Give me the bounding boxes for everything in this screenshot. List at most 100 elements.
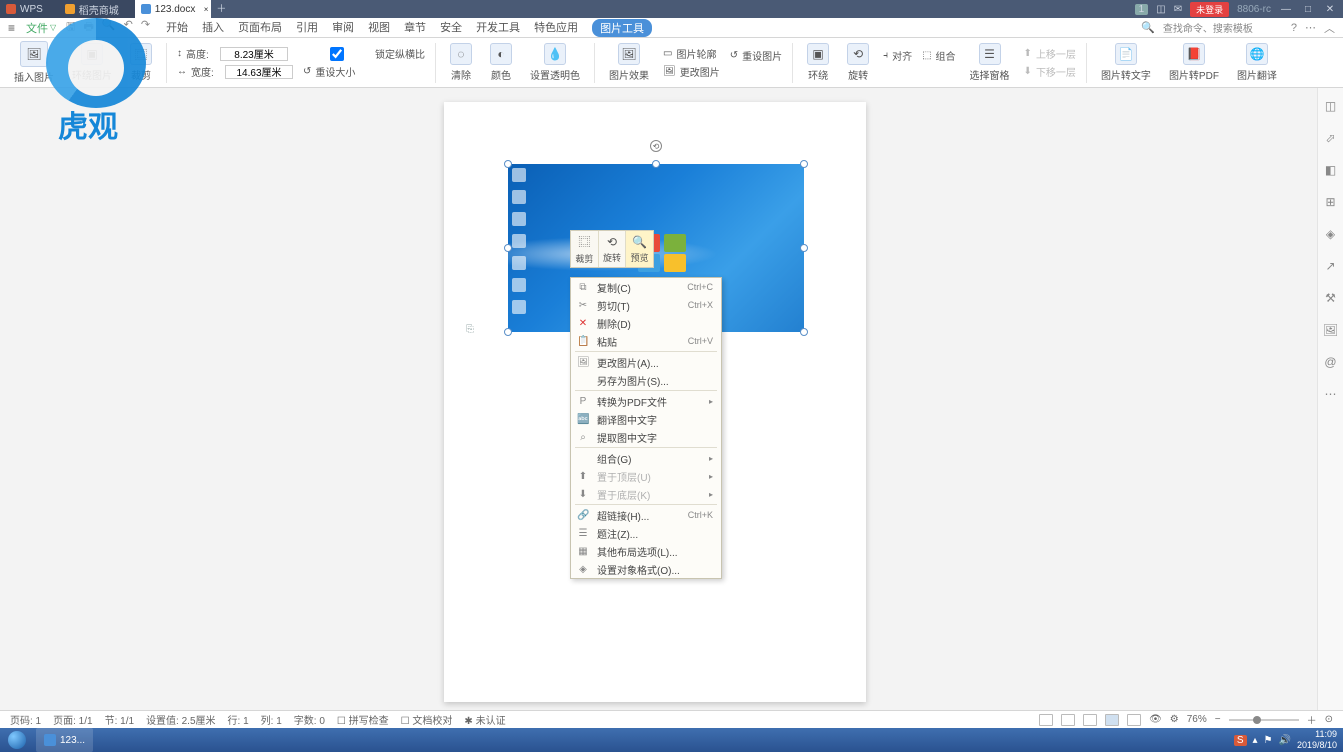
tray-flag-icon[interactable]: ⚑	[1264, 735, 1273, 746]
context-menu-item[interactable]: P转换为PDF文件▸	[571, 392, 721, 410]
redo-icon[interactable]: ↷	[141, 18, 150, 37]
sidebar-style-icon[interactable]: ◧	[1323, 162, 1339, 178]
sidebar-more-icon[interactable]: ⋯	[1323, 386, 1339, 402]
sidebar-at-icon[interactable]: @	[1323, 354, 1339, 370]
zoom-slider[interactable]	[1229, 719, 1299, 721]
align-button[interactable]: ⫞对齐	[883, 48, 912, 63]
page-number[interactable]: 页码: 1	[10, 712, 41, 727]
tab-picture-tools[interactable]: 图片工具	[592, 19, 652, 37]
resize-handle[interactable]	[504, 328, 512, 336]
context-menu-item[interactable]: ✕删除(D)	[571, 314, 721, 332]
pic-translate-button[interactable]: 🌐图片翻译	[1233, 43, 1281, 82]
tab-view[interactable]: 视图	[368, 19, 390, 37]
search-icon[interactable]: 🔍	[1141, 21, 1155, 34]
group-button[interactable]: ⬚组合	[922, 48, 955, 63]
pic-to-text-button[interactable]: 📄图片转文字	[1097, 43, 1155, 82]
context-menu-item[interactable]: ⧉复制(C)Ctrl+C	[571, 278, 721, 296]
file-menu[interactable]: 文件▽	[26, 20, 56, 36]
rotate-button[interactable]: ⟲旋转	[843, 43, 873, 82]
sidebar-select-icon[interactable]: ⬀	[1323, 130, 1339, 146]
tab-insert[interactable]: 插入	[202, 19, 224, 37]
resize-handle[interactable]	[652, 160, 660, 168]
select-pane-button[interactable]: ☰选择窗格	[966, 43, 1014, 82]
context-menu-item[interactable]: ✂剪切(T)Ctrl+X	[571, 296, 721, 314]
minimize-button[interactable]: —	[1279, 4, 1293, 15]
tab-review[interactable]: 审阅	[332, 19, 354, 37]
change-pic-button[interactable]: 🖼更改图片	[663, 64, 720, 79]
fit-button[interactable]: ⊙	[1325, 714, 1333, 725]
context-menu-item[interactable]: ⌕提取图中文字	[571, 428, 721, 446]
tab-layout[interactable]: 页面布局	[238, 19, 282, 37]
print-icon[interactable]: 🖶	[84, 18, 94, 37]
login-button[interactable]: 未登录	[1190, 2, 1229, 17]
lock-ratio-checkbox[interactable]	[303, 47, 371, 61]
resize-handle[interactable]	[504, 244, 512, 252]
tray-sound-icon[interactable]: 🔊	[1279, 735, 1291, 746]
close-icon[interactable]: ×	[204, 5, 209, 14]
page-count[interactable]: 页面: 1/1	[53, 712, 92, 727]
resize-handle[interactable]	[800, 328, 808, 336]
sidebar-tool-icon[interactable]: ⚒	[1323, 290, 1339, 306]
tab-wps[interactable]: WPS	[0, 0, 59, 18]
tab-security[interactable]: 安全	[440, 19, 462, 37]
context-menu-item[interactable]: ◈设置对象格式(O)...	[571, 560, 721, 578]
zoom-in-button[interactable]: ＋	[1307, 712, 1317, 727]
clear-button[interactable]: ◌清除	[446, 43, 476, 82]
zoom-value[interactable]: 76%	[1187, 714, 1207, 725]
search-input[interactable]: 查找命令、搜索模板	[1163, 20, 1283, 35]
wrap2-button[interactable]: ▣环绕	[803, 43, 833, 82]
mini-rotate-button[interactable]: ⟲旋转	[599, 231, 627, 267]
settings-icon[interactable]: ⚙	[1170, 714, 1179, 725]
sidebar-limit-icon[interactable]: ⊞	[1323, 194, 1339, 210]
msg-icon[interactable]: ✉	[1174, 4, 1182, 15]
context-menu-item[interactable]: 另存为图片(S)...	[571, 371, 721, 389]
context-menu-item[interactable]: ☰题注(Z)...	[571, 524, 721, 542]
undo-icon[interactable]: ↶	[124, 18, 133, 37]
eye-icon[interactable]: 👁	[1149, 714, 1162, 725]
collapse-ribbon-icon[interactable]: ︿	[1324, 20, 1335, 36]
print-view-button[interactable]	[1083, 714, 1097, 726]
read-view-button[interactable]	[1061, 714, 1075, 726]
send-backward-button[interactable]: ⬇下移一层	[1024, 64, 1076, 79]
char-count[interactable]: 字数: 0	[294, 712, 325, 727]
zoom-out-button[interactable]: −	[1215, 714, 1221, 725]
add-tab-button[interactable]: ＋	[211, 0, 231, 18]
help-icon[interactable]: ?	[1291, 22, 1297, 34]
tab-home[interactable]: 开始	[166, 19, 188, 37]
more-icon[interactable]: ⋯	[1305, 21, 1316, 34]
preview-icon[interactable]: 🔍	[102, 18, 116, 37]
resize-handle[interactable]	[800, 244, 808, 252]
close-button[interactable]: ✕	[1323, 4, 1337, 15]
tab-special[interactable]: 特色应用	[534, 19, 578, 37]
save-icon[interactable]: 🖫	[66, 18, 75, 37]
start-button[interactable]	[0, 728, 34, 752]
pic-to-pdf-button[interactable]: 📕图片转PDF	[1165, 43, 1223, 82]
hamburger-icon[interactable]: ≡	[8, 21, 26, 35]
sidebar-pane-icon[interactable]: ◫	[1323, 98, 1339, 114]
maximize-button[interactable]: □	[1301, 4, 1315, 15]
mini-crop-button[interactable]: ⿴裁剪	[571, 231, 599, 267]
resize-handle[interactable]	[504, 160, 512, 168]
tray-clock[interactable]: 11:09 2019/8/10	[1297, 729, 1337, 751]
bring-forward-button[interactable]: ⬆上移一层	[1024, 46, 1076, 61]
rotate-handle[interactable]: ⟲	[650, 140, 662, 152]
context-menu-item[interactable]: 🔤翻译图中文字	[571, 410, 721, 428]
height-input[interactable]	[220, 47, 288, 61]
fullscreen-button[interactable]	[1039, 714, 1053, 726]
width-input[interactable]	[225, 65, 293, 79]
tray-ime-icon[interactable]: S	[1234, 735, 1247, 746]
tab-doc[interactable]: 123.docx ×	[135, 0, 212, 18]
resize-handle[interactable]	[800, 160, 808, 168]
tab-dev[interactable]: 开发工具	[476, 19, 520, 37]
taskbar-app[interactable]: 123...	[36, 728, 93, 752]
sidebar-pic-icon[interactable]: 🖼	[1323, 322, 1339, 338]
sidebar-export-icon[interactable]: ↗	[1323, 258, 1339, 274]
context-menu-item[interactable]: 🔗超链接(H)...Ctrl+K	[571, 506, 721, 524]
notify-badge[interactable]: 1	[1135, 4, 1149, 15]
color-button[interactable]: ◐颜色	[486, 43, 516, 82]
tray-up-icon[interactable]: ▴	[1253, 735, 1258, 746]
cert-status[interactable]: ✱ 未认证	[464, 712, 505, 727]
crop-button[interactable]: ⿴裁剪	[126, 43, 156, 82]
mini-preview-button[interactable]: 🔍预览	[626, 231, 653, 267]
context-menu-item[interactable]: 📋粘贴Ctrl+V	[571, 332, 721, 350]
